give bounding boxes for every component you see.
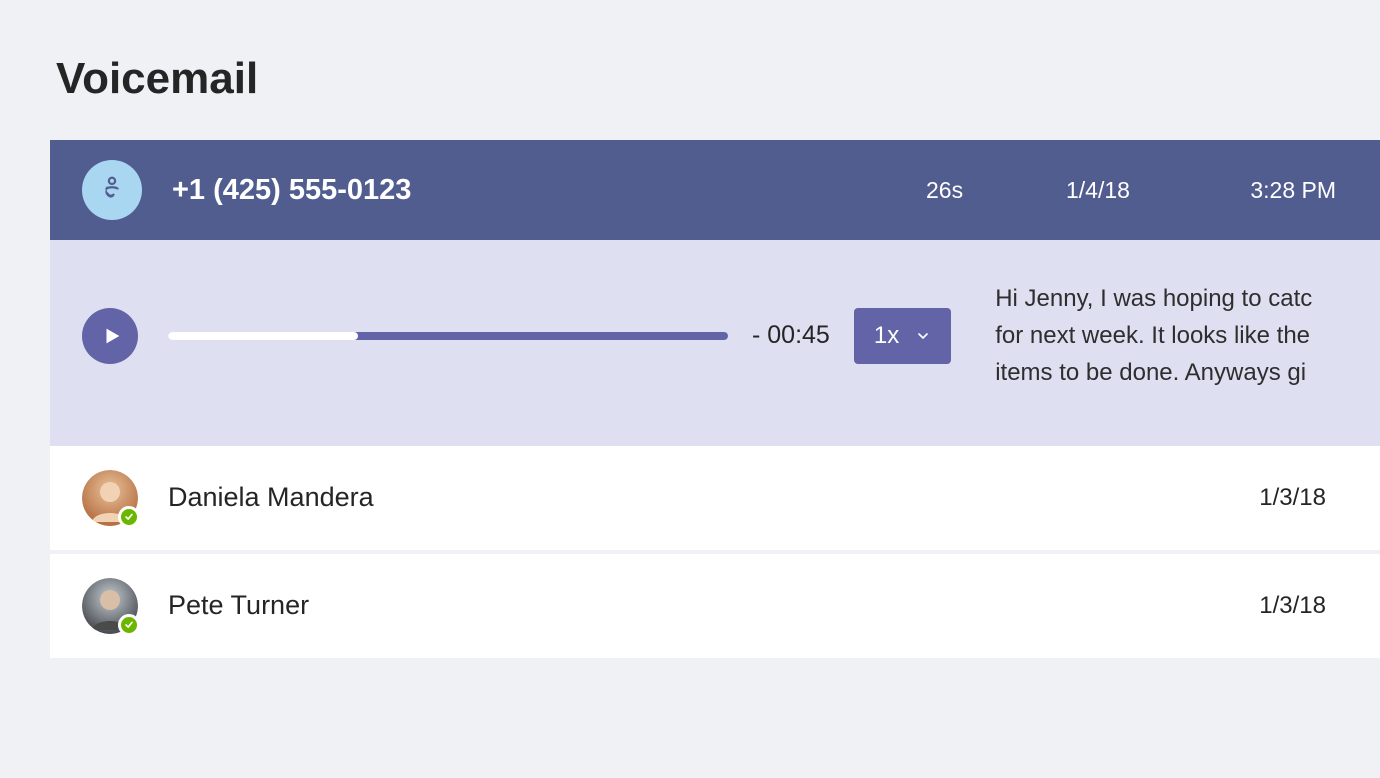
page-title: Voicemail: [0, 0, 1380, 140]
voicemail-transcript: Hi Jenny, I was hoping to catc for next …: [995, 280, 1348, 392]
time-remaining: - 00:45: [752, 321, 830, 350]
selected-date: 1/4/18: [1066, 177, 1156, 204]
voicemail-selected-header[interactable]: +1 (425) 555-0123 26s 1/4/18 3:28 PM: [50, 140, 1380, 240]
voicemail-row[interactable]: Pete Turner 1/3/18: [50, 554, 1380, 662]
caller-number: +1 (425) 555-0123: [172, 174, 926, 207]
progress-track[interactable]: [168, 332, 728, 340]
voicemail-list: +1 (425) 555-0123 26s 1/4/18 3:28 PM - 0…: [50, 140, 1380, 662]
voicemail-row-date: 1/3/18: [1259, 484, 1326, 512]
avatar: [82, 470, 138, 526]
playback-speed-selector[interactable]: 1x: [854, 308, 951, 364]
voicemail-caller-icon: [95, 171, 129, 210]
play-button[interactable]: [82, 308, 138, 364]
selected-meta: 26s 1/4/18 3:28 PM: [926, 177, 1336, 204]
caller-name: Pete Turner: [168, 590, 1259, 621]
player-panel: - 00:45 1x Hi Jenny, I was hoping to cat…: [50, 240, 1380, 446]
speed-label: 1x: [874, 322, 899, 350]
presence-available-icon: [118, 614, 140, 636]
unknown-caller-avatar: [82, 160, 142, 220]
voicemail-row[interactable]: Daniela Mandera 1/3/18: [50, 446, 1380, 554]
voicemail-row-date: 1/3/18: [1259, 592, 1326, 620]
selected-duration: 26s: [926, 177, 986, 204]
chevron-down-icon: [915, 328, 931, 344]
progress-fill: [168, 332, 358, 340]
avatar: [82, 578, 138, 634]
play-icon: [101, 325, 123, 347]
selected-time: 3:28 PM: [1236, 177, 1336, 204]
presence-available-icon: [118, 506, 140, 528]
caller-name: Daniela Mandera: [168, 482, 1259, 513]
